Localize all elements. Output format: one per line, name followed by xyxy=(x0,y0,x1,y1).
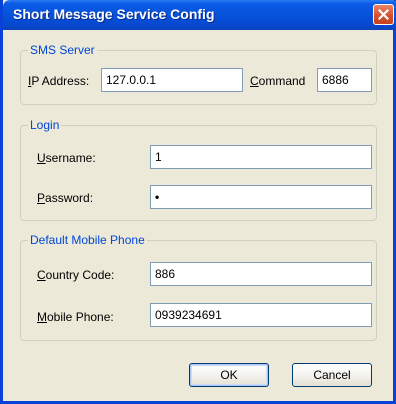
dialog-window: Short Message Service Config SMS Server … xyxy=(0,0,396,404)
password-input[interactable] xyxy=(150,185,372,209)
username-label: Username: xyxy=(37,151,96,165)
sms-server-legend: SMS Server xyxy=(30,43,95,57)
ip-address-label: IP Address: xyxy=(28,74,90,88)
country-code-input[interactable] xyxy=(150,262,372,286)
title-bar[interactable]: Short Message Service Config xyxy=(3,0,396,30)
close-icon xyxy=(378,9,389,20)
command-label: Command xyxy=(250,74,306,88)
mobile-phone-legend: Default Mobile Phone xyxy=(30,233,145,247)
password-label: Password: xyxy=(37,191,94,205)
country-code-label: Country Code: xyxy=(37,268,115,282)
command-input[interactable] xyxy=(317,68,372,92)
mobile-phone-input[interactable] xyxy=(150,303,372,327)
ok-button[interactable]: OK xyxy=(189,363,269,387)
window-title: Short Message Service Config xyxy=(13,6,215,22)
login-legend: Login xyxy=(30,118,60,132)
ip-address-input[interactable] xyxy=(101,68,243,92)
cancel-button[interactable]: Cancel xyxy=(292,363,372,387)
username-input[interactable] xyxy=(150,145,372,169)
mobile-phone-label: Mobile Phone: xyxy=(37,310,114,324)
close-button[interactable] xyxy=(373,4,394,25)
